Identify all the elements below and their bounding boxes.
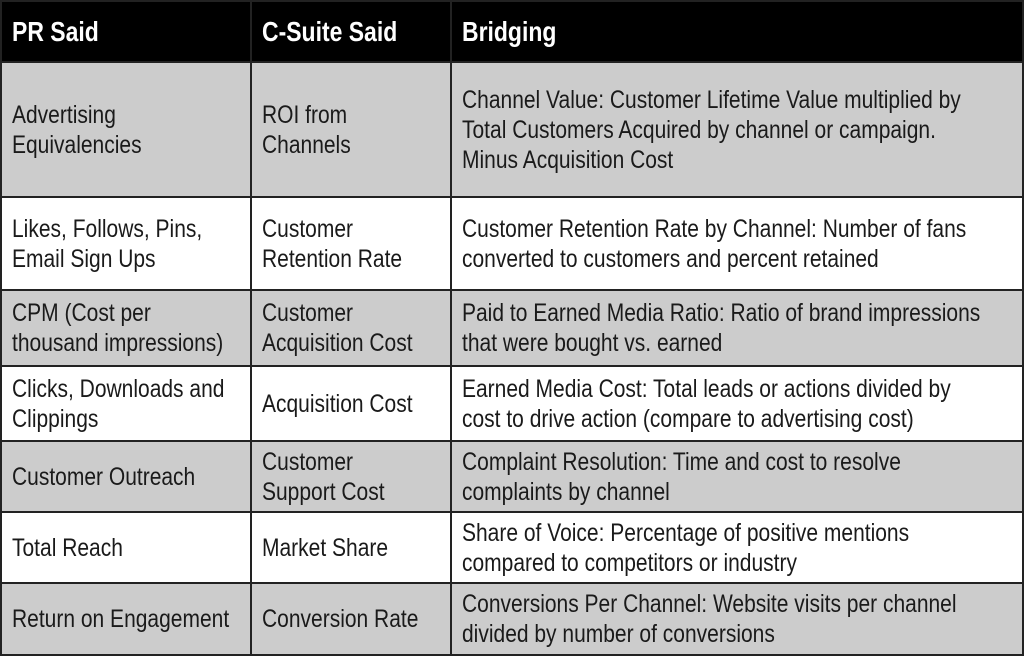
- cell-line: ROI from: [262, 100, 348, 129]
- cell-line: Channel Value: Customer Lifetime Value m…: [462, 85, 961, 114]
- cell-line: Advertising: [12, 100, 116, 129]
- csuite-said-cell: Customer Support Cost: [250, 440, 452, 513]
- header-csuite-said: C-Suite Said: [250, 0, 452, 63]
- cell-line: Paid to Earned Media Ratio: Ratio of bra…: [462, 299, 981, 327]
- csuite-said-cell: ROI from Channels: [250, 61, 452, 198]
- header-pr-said: PR Said: [0, 0, 252, 63]
- pr-said-cell: Clicks, Downloads and Clippings: [0, 365, 252, 442]
- cell-line: Equivalencies: [12, 130, 142, 159]
- cell-line: thousand impressions): [12, 329, 224, 357]
- header-text: Bridging: [462, 15, 557, 47]
- cell-line: Customer Outreach: [12, 462, 196, 491]
- table-row: Return on Engagement Conversion Rate Conve…: [0, 582, 1024, 656]
- cell-line: Support Cost: [262, 477, 385, 506]
- table-row: Advertising Equivalencies ROI from Channels…: [0, 61, 1024, 198]
- cell-line: compared to competitors or industry: [462, 548, 797, 577]
- cell-line: Total Customers Acquired by channel or c…: [462, 115, 936, 144]
- cell-line: Market Share: [262, 533, 389, 562]
- pr-csuite-table: PR Said C-Suite Said Bridging Advertisin…: [0, 0, 1024, 656]
- csuite-said-cell: Acquisition Cost: [250, 365, 452, 442]
- header-row: PR Said C-Suite Said Bridging: [0, 0, 1024, 63]
- cell-line: Conversions Per Channel: Website visits …: [462, 590, 957, 618]
- bridging-cell: Customer Retention Rate by Channel: Numb…: [450, 196, 1024, 291]
- bridging-cell: Channel Value: Customer Lifetime Value m…: [450, 61, 1024, 198]
- pr-said-cell: CPM (Cost per thousand impressions): [0, 289, 252, 367]
- pr-said-cell: Customer Outreach: [0, 440, 252, 513]
- cell-line: Return on Engagement: [12, 605, 230, 633]
- bridging-cell: Conversions Per Channel: Website visits …: [450, 582, 1024, 656]
- bridging-cell: Paid to Earned Media Ratio: Ratio of bra…: [450, 289, 1024, 367]
- header-text: PR Said: [12, 15, 99, 47]
- cell-line: Customer: [262, 299, 354, 327]
- cell-line: Complaint Resolution: Time and cost to r…: [462, 447, 901, 476]
- csuite-said-cell: Market Share: [250, 511, 452, 584]
- header-bridging: Bridging: [450, 0, 1024, 63]
- table-row: Clicks, Downloads and Clippings Acquisitio…: [0, 365, 1024, 442]
- cell-line: Acquisition Cost: [262, 389, 413, 418]
- cell-line: Likes, Follows, Pins,: [12, 214, 203, 243]
- cell-line: Retention Rate: [262, 244, 403, 273]
- cell-line: Acquisition Cost: [262, 329, 413, 357]
- pr-said-cell: Advertising Equivalencies: [0, 61, 252, 198]
- table-row: CPM (Cost per thousand impressions) Custom…: [0, 289, 1024, 367]
- cell-line: Customer: [262, 214, 354, 243]
- header-text: C-Suite Said: [262, 15, 398, 47]
- cell-line: cost to drive action (compare to adverti…: [462, 404, 914, 433]
- cell-line: Clicks, Downloads and: [12, 374, 225, 403]
- table-row: Likes, Follows, Pins, Email Sign Ups Custo…: [0, 196, 1024, 291]
- bridging-cell: Earned Media Cost: Total leads or action…: [450, 365, 1024, 442]
- table-row: Total Reach Market Share Share of Voice: P…: [0, 511, 1024, 584]
- cell-line: Clippings: [12, 404, 99, 433]
- cell-line: Total Reach: [12, 533, 123, 562]
- cell-line: converted to customers and percent retai…: [462, 244, 879, 273]
- table-row: Customer Outreach Customer Support Cost Com…: [0, 440, 1024, 513]
- cell-line: Customer: [262, 447, 354, 476]
- pr-said-cell: Return on Engagement: [0, 582, 252, 656]
- cell-line: CPM (Cost per: [12, 299, 151, 327]
- pr-said-cell: Total Reach: [0, 511, 252, 584]
- csuite-said-cell: Customer Acquisition Cost: [250, 289, 452, 367]
- cell-line: Email Sign Ups: [12, 244, 156, 273]
- cell-line: Minus Acquisition Cost: [462, 145, 674, 174]
- bridging-cell: Share of Voice: Percentage of positive m…: [450, 511, 1024, 584]
- csuite-said-cell: Conversion Rate: [250, 582, 452, 656]
- pr-said-cell: Likes, Follows, Pins, Email Sign Ups: [0, 196, 252, 291]
- bridging-cell: Complaint Resolution: Time and cost to r…: [450, 440, 1024, 513]
- cell-line: Channels: [262, 130, 351, 159]
- cell-line: Customer Retention Rate by Channel: Numb…: [462, 214, 967, 243]
- cell-line: Share of Voice: Percentage of positive m…: [462, 518, 910, 547]
- cell-line: complaints by channel: [462, 477, 670, 506]
- cell-line: Conversion Rate: [262, 605, 419, 633]
- cell-line: divided by number of conversions: [462, 620, 775, 648]
- cell-line: Earned Media Cost: Total leads or action…: [462, 374, 951, 403]
- cell-line: that were bought vs. earned: [462, 329, 723, 357]
- csuite-said-cell: Customer Retention Rate: [250, 196, 452, 291]
